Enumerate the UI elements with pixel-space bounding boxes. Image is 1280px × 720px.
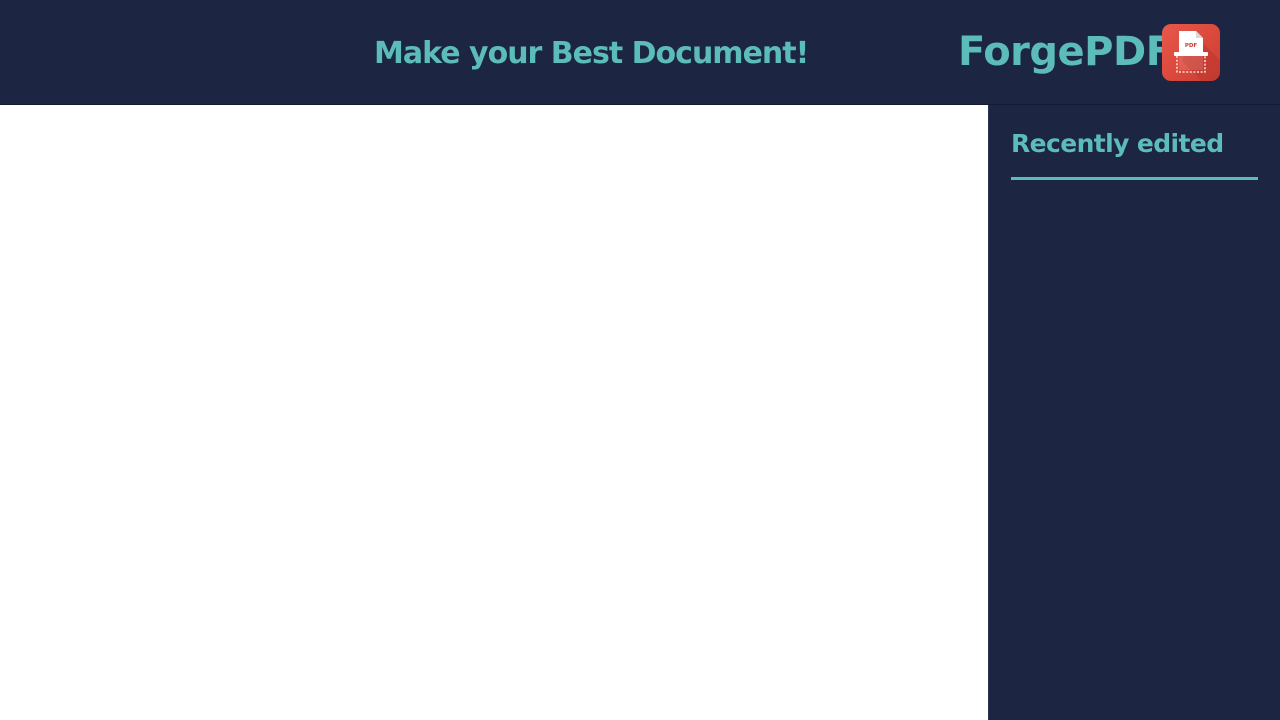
logo-pdf-label: PDF [1185,43,1198,49]
sidebar-title: Recently edited [1011,129,1224,158]
document-canvas[interactable] [0,105,988,720]
recent-sidebar: Recently edited [988,105,1280,720]
sidebar-divider [1011,177,1258,180]
brand-name[interactable]: ForgePDF [958,28,1173,76]
header-tagline: Make your Best Document! [374,36,809,71]
pdf-scanner-icon[interactable]: PDF [1162,24,1220,81]
app-header: Make your Best Document! ForgePDF PDF [0,0,1280,105]
